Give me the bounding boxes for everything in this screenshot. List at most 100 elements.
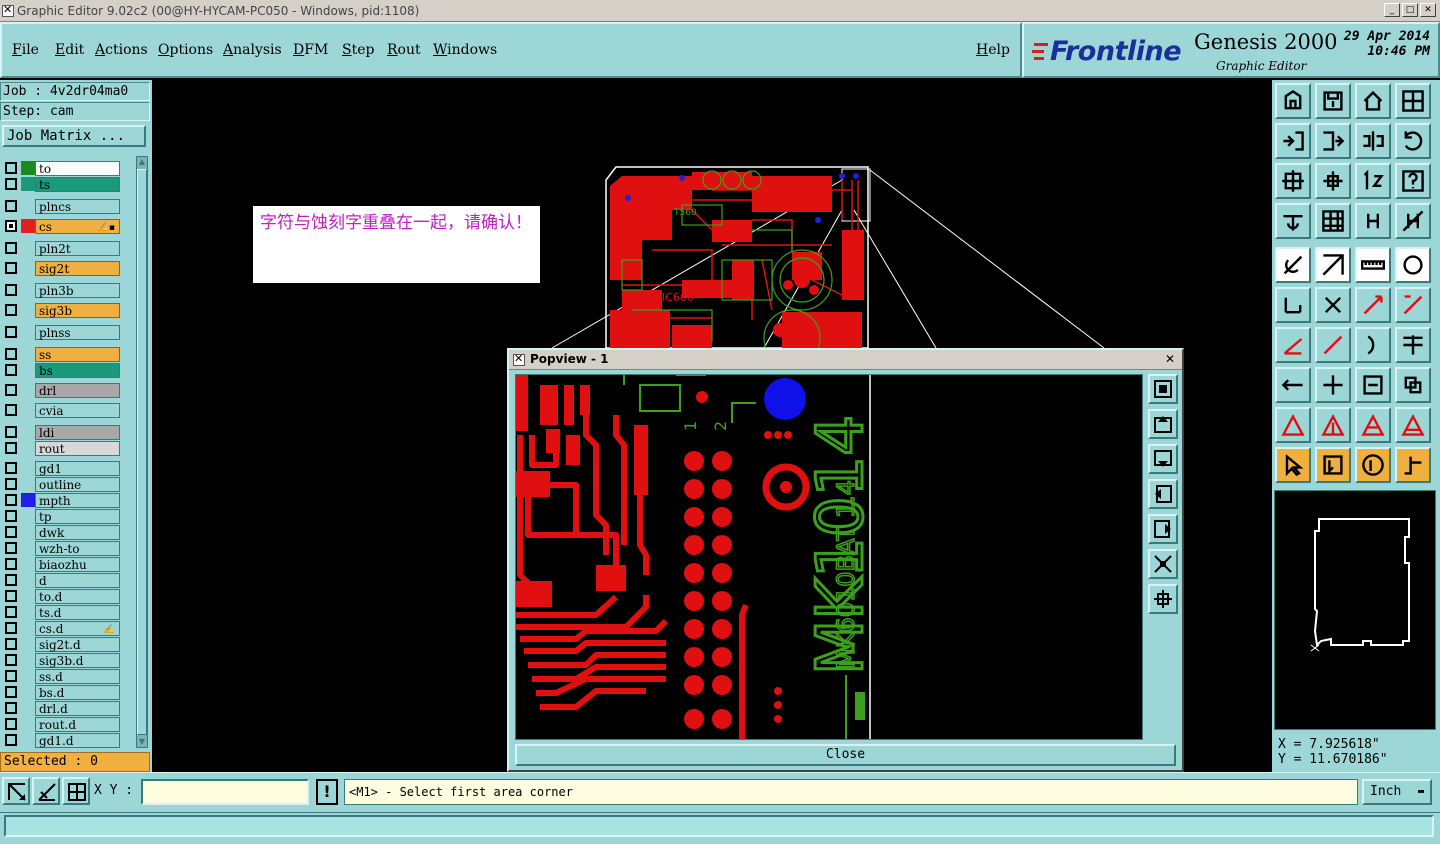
net-hide-icon[interactable]: [1395, 203, 1431, 239]
layer-checkbox[interactable]: [5, 606, 17, 618]
ruler-icon[interactable]: [1355, 247, 1391, 283]
layer-row-ss-d[interactable]: ss.d: [2, 668, 122, 684]
layer-name[interactable]: sig2t.d: [35, 637, 120, 652]
layer-name[interactable]: bs.d: [35, 685, 120, 700]
rotate-icon[interactable]: [1395, 123, 1431, 159]
angle-icon[interactable]: [1275, 327, 1311, 363]
layer-name[interactable]: bs: [35, 363, 120, 378]
layer-name[interactable]: ss.d: [35, 669, 120, 684]
layer-row-rout[interactable]: rout: [2, 440, 122, 456]
popview-pan-left-icon[interactable]: [1148, 479, 1178, 509]
unit-selector[interactable]: Inch ▬: [1362, 779, 1432, 805]
layer-row-ts-d[interactable]: ts.d: [2, 604, 122, 620]
grid-mode-icon[interactable]: [62, 777, 90, 805]
layer-name[interactable]: drl: [35, 383, 120, 398]
layer-color-swatch[interactable]: [21, 493, 35, 507]
layer-checkbox[interactable]: [5, 686, 17, 698]
layer-checkbox[interactable]: [5, 442, 17, 454]
layer-row-sig3b[interactable]: sig3b: [2, 302, 122, 318]
layer-checkbox[interactable]: [5, 702, 17, 714]
popview-pan-up-icon[interactable]: [1148, 409, 1178, 439]
layer-checkbox[interactable]: [5, 426, 17, 438]
layer-name[interactable]: tp: [35, 509, 120, 524]
layer-name[interactable]: to: [35, 161, 120, 176]
layer-row-plnss[interactable]: plnss: [2, 324, 122, 340]
center-icon[interactable]: [1315, 163, 1351, 199]
layer-checkbox[interactable]: [5, 304, 17, 316]
layer-name[interactable]: to.d: [35, 589, 120, 604]
triangle-4-icon[interactable]: [1395, 407, 1431, 443]
menu-windows[interactable]: Windows: [433, 42, 497, 58]
scroll-down-icon[interactable]: ▼: [137, 737, 147, 747]
scroll-up-icon[interactable]: ▲: [137, 157, 147, 167]
layer-name[interactable]: cvia: [35, 403, 120, 418]
help-icon[interactable]: [1395, 163, 1431, 199]
layer-name[interactable]: gd1.d: [35, 733, 120, 748]
layer-checkbox[interactable]: [5, 200, 17, 212]
layer-row-bs[interactable]: bs: [2, 362, 122, 378]
layers-icon[interactable]: [1395, 367, 1431, 403]
layer-name[interactable]: sig3b.d: [35, 653, 120, 668]
layer-name[interactable]: pln2t: [35, 241, 120, 256]
vector-drag-icon[interactable]: [1395, 287, 1431, 323]
layer-row-wzh-to[interactable]: wzh-to: [2, 540, 122, 556]
menu-rout[interactable]: Rout: [387, 42, 421, 58]
layer-checkbox[interactable]: [5, 510, 17, 522]
layer-checkbox[interactable]: [5, 262, 17, 274]
layer-checkbox[interactable]: [5, 542, 17, 554]
layer-name[interactable]: cs ✍▪: [35, 219, 120, 234]
layer-row-pln2t[interactable]: pln2t: [2, 240, 122, 256]
layer-row-ldi[interactable]: ldi: [2, 424, 122, 440]
scale-1-2-icon[interactable]: [1355, 163, 1391, 199]
popview-zoom-out-icon[interactable]: [1148, 549, 1178, 579]
window-layout-icon[interactable]: [1395, 83, 1431, 119]
layer-name[interactable]: gd1: [35, 461, 120, 476]
maximize-button[interactable]: □: [1402, 3, 1418, 17]
scroll-thumb[interactable]: [137, 169, 147, 735]
layer-checkbox[interactable]: [5, 670, 17, 682]
layer-checkbox[interactable]: [5, 526, 17, 538]
circle-pad-icon[interactable]: [1395, 247, 1431, 283]
layer-scrollbar[interactable]: ▲ ▼: [136, 156, 148, 748]
layer-name[interactable]: biaozhu: [35, 557, 120, 572]
layer-name[interactable]: d: [35, 573, 120, 588]
layer-row-biaozhu[interactable]: biaozhu: [2, 556, 122, 572]
stretch-icon[interactable]: [1315, 367, 1351, 403]
layer-name[interactable]: pln3b: [35, 283, 120, 298]
home-icon[interactable]: [1355, 83, 1391, 119]
mirror-icon[interactable]: [1355, 123, 1391, 159]
cross-icon[interactable]: [1315, 287, 1351, 323]
layer-checkbox[interactable]: [5, 326, 17, 338]
fit-icon[interactable]: [1275, 163, 1311, 199]
menu-help[interactable]: Help: [976, 42, 1010, 58]
layer-name[interactable]: rout: [35, 441, 120, 456]
menu-step[interactable]: Step: [342, 42, 374, 58]
layer-checkbox[interactable]: [5, 494, 17, 506]
vector-icon[interactable]: [1355, 287, 1391, 323]
layer-name[interactable]: drl.d: [35, 701, 120, 716]
layer-name[interactable]: cs.d ✍: [35, 621, 120, 636]
layer-name[interactable]: mpth: [35, 493, 120, 508]
layer-checkbox[interactable]: [5, 404, 17, 416]
net-show-icon[interactable]: [1355, 203, 1391, 239]
layer-checkbox[interactable]: [5, 574, 17, 586]
layer-checkbox[interactable]: [5, 348, 17, 360]
xy-input[interactable]: [141, 779, 309, 805]
layer-name[interactable]: sig2t: [35, 261, 120, 276]
layer-row-mpth[interactable]: mpth: [2, 492, 122, 508]
layer-checkbox[interactable]: [5, 242, 17, 254]
layer-checkbox[interactable]: [5, 558, 17, 570]
layer-checkbox[interactable]: [5, 284, 17, 296]
line-icon[interactable]: [1315, 247, 1351, 283]
menu-options[interactable]: Options: [158, 42, 213, 58]
layer-checkbox[interactable]: [5, 220, 17, 232]
popview-zoom-home-icon[interactable]: [1148, 374, 1178, 404]
layer-row-sig3b-d[interactable]: sig3b.d: [2, 652, 122, 668]
board-minimap[interactable]: [1274, 490, 1436, 730]
menu-actions[interactable]: Actions: [95, 42, 148, 58]
menu-file[interactable]: File: [12, 42, 39, 58]
layer-name[interactable]: outline: [35, 477, 120, 492]
step-out-icon[interactable]: [1315, 123, 1351, 159]
popview-close-icon[interactable]: ✕: [1163, 352, 1177, 366]
triangle-3-icon[interactable]: [1355, 407, 1391, 443]
